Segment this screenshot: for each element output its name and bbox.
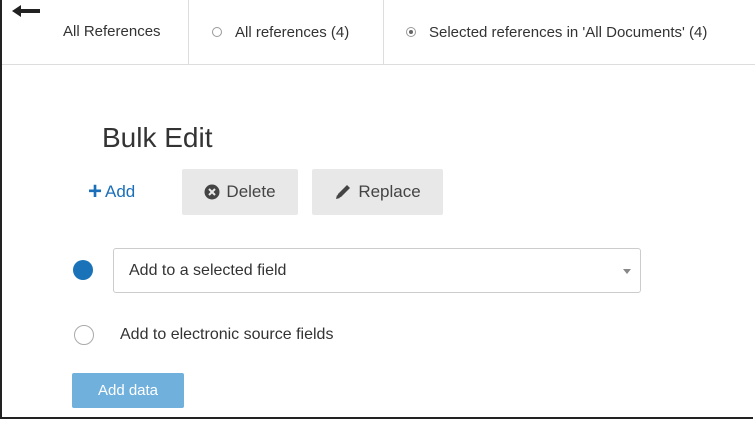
- option-selected-references-label: Selected references in 'All Documents' (…: [429, 23, 708, 41]
- add-button-label: Add: [105, 182, 136, 201]
- add-button[interactable]: + Add: [88, 178, 136, 205]
- top-bar: All References All references (4) Select…: [2, 0, 755, 65]
- plus-icon: +: [88, 178, 103, 205]
- radio-all-references[interactable]: [212, 27, 222, 37]
- radio-electronic-source[interactable]: [74, 325, 94, 345]
- tab-all-references-label: All References: [63, 23, 161, 40]
- chevron-down-icon: [623, 269, 631, 274]
- add-data-button[interactable]: Add data: [72, 373, 184, 408]
- field-select-dropdown[interactable]: Add to a selected field: [113, 248, 641, 293]
- tab-all-references[interactable]: All References: [2, 0, 189, 64]
- radio-selected-references[interactable]: [406, 27, 416, 37]
- delete-button[interactable]: Delete: [182, 169, 298, 215]
- x-circle-icon: [204, 184, 220, 200]
- pencil-icon: [336, 185, 351, 199]
- replace-button[interactable]: Replace: [312, 169, 443, 215]
- option-selected-references[interactable]: Selected references in 'All Documents' (…: [384, 0, 755, 64]
- page-title: Bulk Edit: [102, 122, 213, 153]
- replace-button-label: Replace: [358, 182, 421, 201]
- option-all-references[interactable]: All references (4): [189, 0, 384, 64]
- radio-add-selected-field[interactable]: [73, 260, 93, 280]
- field-select-value: Add to a selected field: [129, 262, 287, 279]
- add-data-button-label: Add data: [97, 382, 159, 399]
- delete-button-label: Delete: [226, 182, 276, 201]
- option-all-references-label: All references (4): [235, 23, 350, 41]
- electronic-source-label: Add to electronic source fields: [120, 326, 334, 343]
